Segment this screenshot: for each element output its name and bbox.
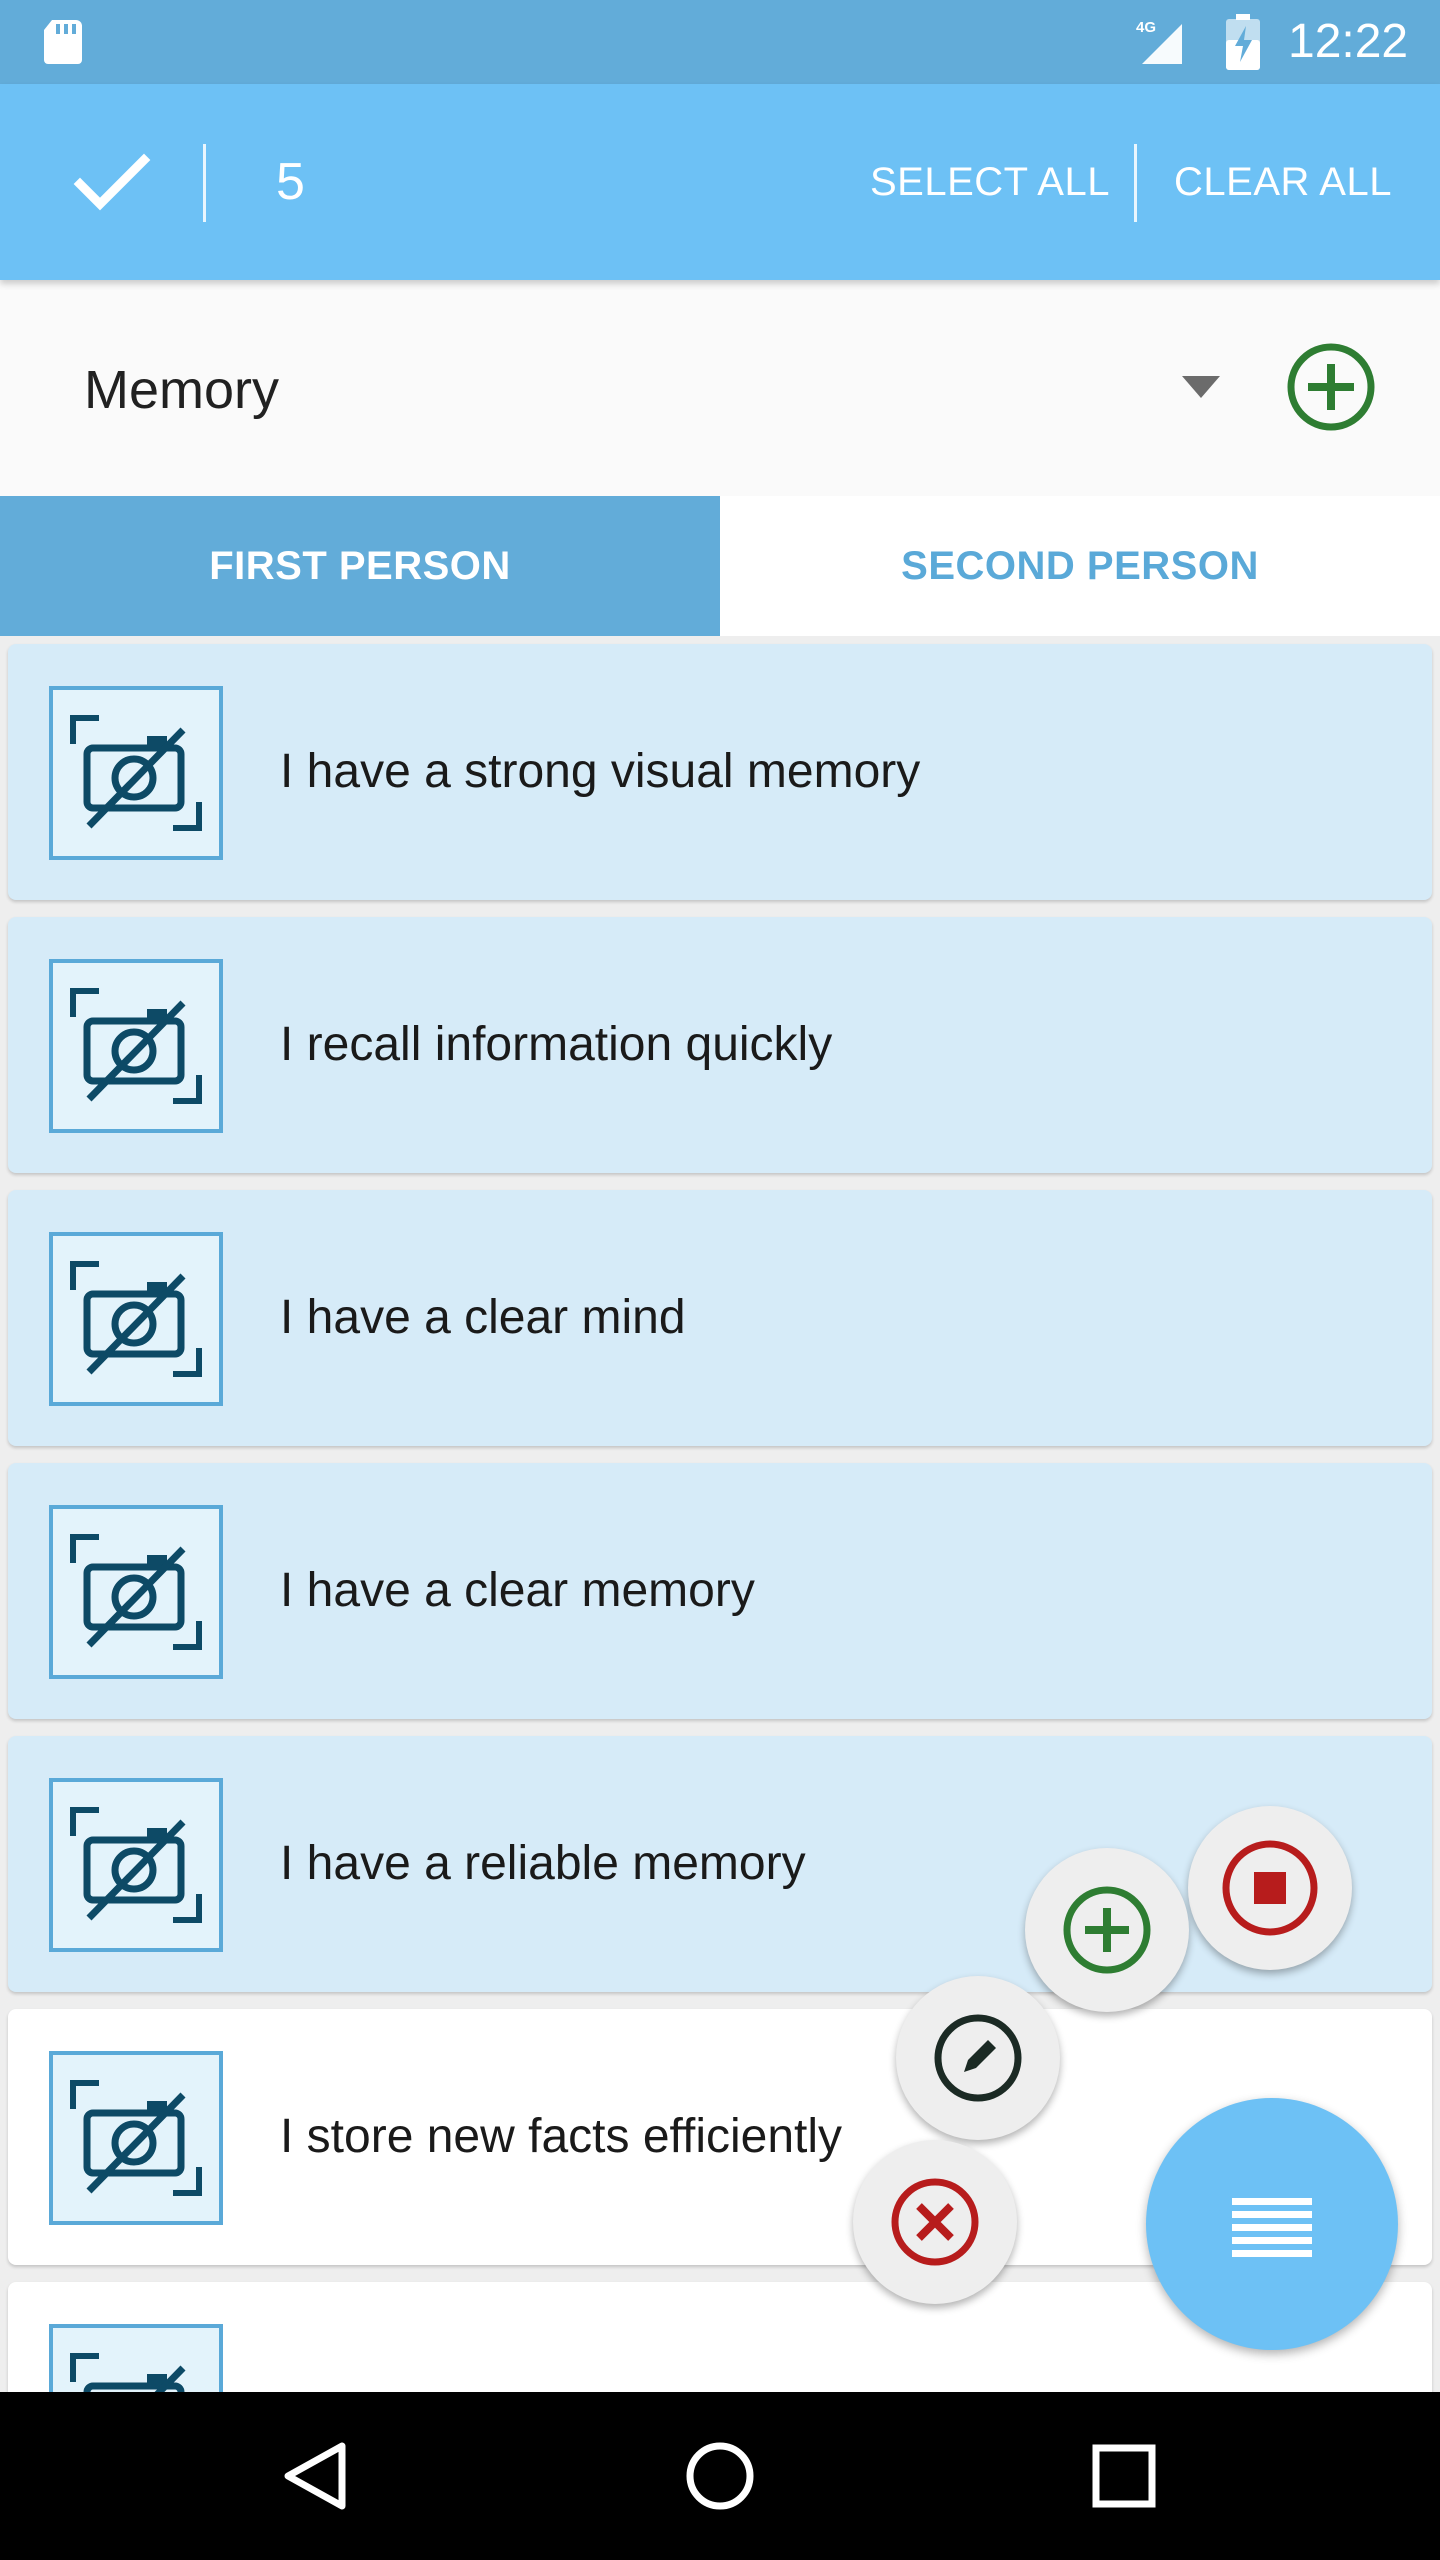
tab-second-person[interactable]: SECOND PERSON bbox=[720, 496, 1440, 636]
category-selector[interactable]: Memory bbox=[0, 280, 1440, 496]
no-image-icon bbox=[49, 1232, 223, 1406]
list-item[interactable]: I have a clear mind bbox=[8, 1190, 1432, 1446]
no-image-icon bbox=[49, 2051, 223, 2225]
check-icon[interactable] bbox=[72, 150, 152, 214]
list-item[interactable]: I have a strong visual memory bbox=[8, 644, 1432, 900]
phrase-text: I recall information quickly bbox=[280, 1018, 833, 1071]
system-nav-bar bbox=[0, 2392, 1440, 2560]
no-image-icon bbox=[49, 686, 223, 860]
tab-first-person[interactable]: FIRST PERSON bbox=[0, 496, 720, 636]
phrase-text: I have a reliable memory bbox=[280, 1837, 806, 1890]
action-divider-2 bbox=[1134, 144, 1137, 222]
sd-card-icon bbox=[44, 20, 82, 64]
svg-text:4G: 4G bbox=[1136, 19, 1156, 36]
phrase-text: I have a clear memory bbox=[280, 1564, 755, 1617]
menu-fab[interactable] bbox=[1146, 2098, 1398, 2350]
list-item[interactable]: I have a clear memory bbox=[8, 1463, 1432, 1719]
signal-icon: 4G bbox=[1136, 19, 1182, 64]
stop-icon bbox=[1222, 1840, 1318, 1936]
back-icon[interactable] bbox=[272, 2434, 356, 2518]
battery-charging-icon bbox=[1226, 14, 1260, 70]
no-image-icon bbox=[49, 1778, 223, 1952]
delete-button[interactable] bbox=[853, 2140, 1017, 2304]
selected-count: 5 bbox=[276, 153, 305, 211]
menu-icon bbox=[1232, 2198, 1312, 2257]
recents-icon[interactable] bbox=[1082, 2434, 1166, 2518]
phrase-text: I store new facts efficiently bbox=[280, 2110, 843, 2163]
select-all-button[interactable]: SELECT ALL bbox=[870, 156, 1110, 208]
edit-button[interactable] bbox=[896, 1976, 1060, 2140]
dropdown-arrow-icon[interactable] bbox=[1182, 376, 1220, 398]
category-name[interactable]: Memory bbox=[84, 358, 279, 422]
add-category-icon[interactable] bbox=[1286, 342, 1376, 432]
stop-button[interactable] bbox=[1188, 1806, 1352, 1970]
person-tabs: FIRST PERSON SECOND PERSON bbox=[0, 496, 1440, 636]
phrase-text: I have a strong visual memory bbox=[280, 745, 921, 798]
status-bar: 4G 12:22 bbox=[0, 0, 1440, 84]
delete-icon bbox=[891, 2178, 979, 2266]
clear-all-button[interactable]: CLEAR ALL bbox=[1174, 156, 1392, 208]
selection-action-bar: 5 SELECT ALL CLEAR ALL bbox=[0, 84, 1440, 280]
list-item[interactable]: I recall information quickly bbox=[8, 917, 1432, 1173]
phrase-text: I have a clear mind bbox=[280, 1291, 686, 1344]
no-image-icon bbox=[49, 1505, 223, 1679]
no-image-icon bbox=[49, 959, 223, 1133]
action-divider bbox=[203, 144, 206, 222]
clock: 12:22 bbox=[1288, 15, 1409, 68]
edit-icon bbox=[934, 2014, 1022, 2102]
no-image-icon bbox=[49, 2324, 223, 2392]
home-icon[interactable] bbox=[678, 2434, 762, 2518]
